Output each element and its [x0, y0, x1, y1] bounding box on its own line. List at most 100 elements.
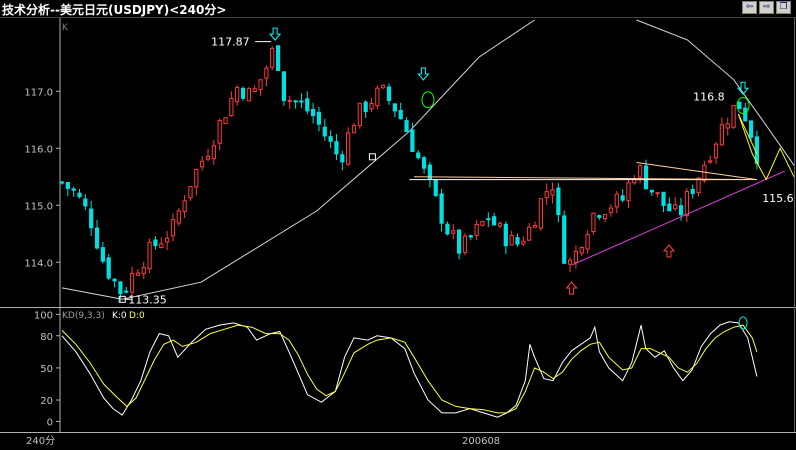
- kd-d-label: D:0: [129, 311, 145, 321]
- candle-down: [678, 205, 684, 216]
- candle-down: [118, 281, 123, 295]
- candle-down: [562, 215, 567, 264]
- candle-down: [77, 192, 82, 198]
- candle-down: [59, 181, 65, 184]
- candle-down: [649, 189, 654, 193]
- candle-up: [346, 132, 351, 165]
- candle-down: [240, 87, 246, 99]
- candle-down: [71, 188, 76, 191]
- restore-icon: ❐: [779, 2, 788, 12]
- candle-down: [661, 191, 666, 206]
- candle-down: [416, 152, 421, 159]
- candle-down: [404, 120, 409, 133]
- candle-up: [462, 235, 468, 253]
- candle-up: [223, 117, 228, 125]
- candle-up: [170, 219, 176, 237]
- kd-indicator-label: KD(9,3,3): [62, 311, 105, 321]
- candle-up: [673, 204, 678, 210]
- price-tick-label: 116.0: [24, 144, 53, 155]
- price-tick-label: 115.0: [24, 201, 53, 212]
- candle-down: [363, 101, 368, 113]
- candle-down: [398, 110, 403, 120]
- candle-up: [381, 84, 386, 89]
- candle-up: [200, 160, 205, 168]
- candle-up: [614, 193, 619, 208]
- candle-up: [608, 207, 614, 213]
- candle-up: [655, 192, 660, 195]
- candle-up: [591, 212, 596, 233]
- candle-down: [492, 216, 497, 226]
- candle-up: [626, 182, 631, 202]
- candle-down: [421, 157, 427, 169]
- candle-up: [497, 222, 503, 227]
- candle-down: [386, 86, 392, 102]
- candle-up: [451, 230, 456, 234]
- candle-up: [205, 155, 211, 160]
- candle-up: [579, 246, 584, 254]
- kd-k-label: K:0: [112, 311, 127, 321]
- candle-down: [311, 108, 316, 117]
- candle-down: [556, 187, 561, 216]
- candle-down: [468, 235, 473, 238]
- candle-up: [229, 98, 234, 117]
- candle-up: [141, 267, 146, 275]
- date-label: 200608: [462, 436, 500, 447]
- candle-down: [445, 223, 450, 235]
- candle-down: [112, 278, 117, 282]
- candle-up: [135, 272, 141, 276]
- candle-down: [743, 107, 748, 122]
- candle-up: [474, 223, 479, 236]
- candle-up: [532, 224, 538, 228]
- candle-up: [708, 160, 713, 163]
- kd-tick-label: 0: [47, 417, 53, 428]
- candle-up: [573, 250, 579, 264]
- candle-up: [369, 102, 374, 110]
- candle-up: [375, 87, 380, 107]
- candle-down: [643, 165, 649, 190]
- candle-down: [503, 223, 508, 247]
- candle-up: [252, 88, 257, 92]
- candle-up: [509, 234, 514, 246]
- arrow-left-icon: ⇦: [745, 2, 754, 12]
- candle-up: [287, 99, 292, 102]
- technical-chart: K KD(9,3,3) K:0 D:0 240分 200608 114.0115…: [0, 18, 796, 450]
- price-tick-label: 114.0: [24, 258, 53, 269]
- candle-down: [457, 229, 462, 254]
- restore-button[interactable]: ❐: [776, 1, 791, 14]
- next-button[interactable]: ⇨: [759, 1, 774, 14]
- candle-up: [567, 259, 573, 265]
- candle-down: [439, 193, 444, 224]
- candle-up: [638, 165, 643, 178]
- candle-up: [351, 125, 357, 134]
- candle-up: [188, 186, 193, 199]
- candle-up: [147, 241, 152, 270]
- kd-tick-label: 20: [40, 396, 53, 407]
- candle-up: [713, 143, 719, 159]
- candle-down: [486, 218, 491, 221]
- candle-down: [392, 103, 397, 112]
- candle-down: [305, 98, 310, 112]
- price-annotation-label: 115.6: [762, 192, 794, 205]
- candle-down: [106, 257, 111, 279]
- title-bar: 技术分析--美元日元(USDJPY)<240分> ⇦ ⇨ ❐: [0, 0, 796, 18]
- candle-down: [737, 101, 742, 110]
- prev-button[interactable]: ⇦: [742, 1, 757, 14]
- price-annotation-label: 116.8: [693, 91, 725, 104]
- candle-down: [94, 227, 100, 249]
- candle-down: [597, 215, 602, 218]
- candle-up: [264, 67, 269, 79]
- candle-up: [719, 124, 725, 146]
- candle-down: [340, 154, 345, 163]
- candle-down: [690, 188, 695, 194]
- candle-down: [124, 290, 129, 293]
- candle-up: [521, 240, 526, 245]
- arrow-right-icon: ⇨: [762, 2, 771, 12]
- candle-up: [725, 123, 730, 129]
- candle-down: [275, 45, 281, 71]
- candle-down: [299, 100, 304, 103]
- candle-down: [65, 182, 70, 189]
- kd-tick-label: 50: [40, 364, 53, 375]
- candle-down: [620, 195, 625, 201]
- candle-up: [550, 189, 555, 196]
- candle-up: [684, 191, 689, 216]
